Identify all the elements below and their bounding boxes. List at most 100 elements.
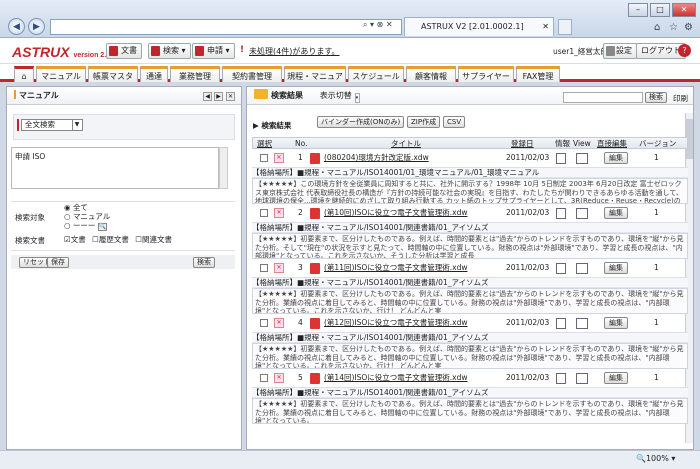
- row-title-link[interactable]: (080204)環境方針改定版.xdw: [324, 149, 429, 167]
- tab-fax[interactable]: FAX管理: [516, 66, 560, 82]
- application-button[interactable]: 申請 ▾: [192, 43, 235, 59]
- edit-button[interactable]: 編集: [604, 207, 628, 219]
- zoom-level[interactable]: 🔍100% ▾: [636, 454, 675, 463]
- view-icon[interactable]: [576, 318, 588, 329]
- row-checkbox[interactable]: [260, 374, 268, 382]
- table-row[interactable]: ✕ 4 (第12回)ISOに役立つ電子文書管理術.xdw 2011/02/03 編集 1: [252, 314, 688, 333]
- info-icon[interactable]: [556, 153, 566, 164]
- col-reg-date[interactable]: 登録日: [511, 139, 534, 149]
- tab-manual[interactable]: マニュアル: [36, 66, 86, 82]
- settings-button[interactable]: 設定: [603, 43, 637, 59]
- row-no: 3: [298, 263, 303, 272]
- info-icon[interactable]: [556, 208, 566, 219]
- query-scrollbar[interactable]: [219, 147, 228, 189]
- table-row[interactable]: ✕ 2 (第10回)ISOに役立つ電子文書管理術.xdw 2011/02/03 編集 1: [252, 204, 688, 223]
- tab-form-master[interactable]: 帳票マスタ: [88, 66, 138, 82]
- csv-button[interactable]: CSV: [443, 116, 466, 128]
- gear-icon[interactable]: ⚙: [684, 22, 693, 33]
- query-textarea[interactable]: 申請 ISO: [11, 147, 219, 189]
- edit-button[interactable]: 編集: [604, 262, 628, 274]
- col-edit[interactable]: 直接編集: [597, 139, 627, 149]
- radio-other[interactable]: ○ ーーー 🔍: [64, 221, 110, 231]
- view-icon[interactable]: [576, 373, 588, 384]
- row-title-link[interactable]: (第14回)ISOに役立つ電子文書管理術.xdw: [324, 369, 468, 387]
- tab-customer[interactable]: 顧客情報: [406, 66, 456, 82]
- document-button[interactable]: 文書: [106, 43, 142, 59]
- search-type-select[interactable]: 全文検索 ▼: [21, 119, 83, 131]
- info-icon[interactable]: [556, 373, 566, 384]
- row-delete-icon[interactable]: ✕: [274, 263, 284, 273]
- edit-button[interactable]: 編集: [604, 152, 628, 164]
- row-delete-icon[interactable]: ✕: [274, 153, 284, 163]
- tab-business[interactable]: 業務管理: [170, 66, 220, 82]
- tab-regulation[interactable]: 規程・マニュアル: [284, 66, 346, 96]
- edit-button[interactable]: 編集: [604, 317, 628, 329]
- new-tab-button[interactable]: [558, 19, 572, 35]
- zip-button[interactable]: ZIP作成: [407, 116, 441, 128]
- row-title-link[interactable]: (第11回)ISOに役立つ電子文書管理術.xdw: [324, 259, 468, 277]
- result-search-input[interactable]: [563, 92, 643, 103]
- back-icon[interactable]: ◀: [8, 18, 25, 35]
- view-switch-dropdown[interactable]: ▾: [354, 93, 360, 103]
- favorites-icon[interactable]: ☆: [669, 22, 678, 33]
- view-icon[interactable]: [576, 208, 588, 219]
- browser-tab[interactable]: ASTRUX V2 [2.01.0002.1] ✕: [404, 17, 554, 36]
- row-delete-icon[interactable]: ✕: [274, 318, 284, 328]
- row-checkbox[interactable]: [260, 209, 268, 217]
- address-bar[interactable]: [50, 19, 402, 35]
- checkbox-related[interactable]: ☐関連文書: [135, 235, 172, 244]
- save-button[interactable]: 保存: [47, 257, 69, 268]
- row-title-link[interactable]: (第10回)ISOに役立つ電子文書管理術.xdw: [324, 204, 468, 222]
- print-link[interactable]: 印刷: [673, 93, 688, 104]
- result-search-button[interactable]: 検索: [645, 92, 667, 103]
- tab-notice[interactable]: 通達: [140, 66, 168, 82]
- prev-icon[interactable]: ◀: [203, 92, 212, 101]
- maximize-button[interactable]: □: [650, 3, 670, 17]
- tab-contract[interactable]: 契約書管理: [222, 66, 282, 82]
- home-icon[interactable]: ⌂: [654, 22, 660, 33]
- status-bar: 🔍100% ▾: [0, 450, 700, 469]
- table-row[interactable]: ✕ 5 (第14回)ISOに役立つ電子文書管理術.xdw 2011/02/03 編集 1: [252, 369, 688, 388]
- info-icon[interactable]: [556, 263, 566, 274]
- row-location: 【格納場所】■規程・マニュアル/ISO14001/関連書籍/01_アイソムズ: [252, 278, 688, 288]
- search-menu-button[interactable]: 検索 ▾: [148, 43, 191, 59]
- next-icon[interactable]: ▶: [214, 92, 223, 101]
- view-icon[interactable]: [576, 153, 588, 164]
- col-title[interactable]: タイトル: [391, 139, 421, 149]
- col-select[interactable]: 選択: [257, 139, 272, 149]
- tab-schedule[interactable]: スケジュール: [348, 66, 404, 82]
- edit-button[interactable]: 編集: [604, 372, 628, 384]
- close-panel-icon[interactable]: ✕: [226, 92, 235, 101]
- pending-alert-link[interactable]: 未処理(4件)があります。: [249, 46, 340, 57]
- close-tab-icon[interactable]: ✕: [542, 18, 549, 36]
- application-button-label: 申請: [207, 46, 223, 55]
- table-row[interactable]: ✕ 3 (第11回)ISOに役立つ電子文書管理術.xdw 2011/02/03 編集 1: [252, 259, 688, 278]
- minimize-button[interactable]: –: [628, 3, 648, 17]
- row-delete-icon[interactable]: ✕: [274, 208, 284, 218]
- tab-supplier[interactable]: サプライヤー: [458, 66, 514, 82]
- logo-version: version 2.0: [73, 52, 111, 59]
- forward-icon[interactable]: ▶: [28, 18, 45, 35]
- home-tab-icon[interactable]: ⌂: [14, 66, 34, 82]
- search-icon[interactable]: 🔍: [97, 223, 107, 231]
- close-window-button[interactable]: ✕: [672, 3, 696, 17]
- view-icon[interactable]: [576, 263, 588, 274]
- radio-all[interactable]: ◉ 全て: [64, 203, 110, 212]
- table-row[interactable]: ✕ 1 (080204)環境方針改定版.xdw 2011/02/03 編集 1: [252, 149, 688, 168]
- checkbox-related-label: 関連文書: [141, 235, 172, 244]
- address-tools[interactable]: ⌕ ▾ ⊗ ✕: [363, 20, 393, 30]
- row-checkbox[interactable]: [260, 264, 268, 272]
- radio-manual[interactable]: ○ マニュアル: [64, 212, 110, 221]
- row-title-link[interactable]: (第12回)ISOに役立つ電子文書管理術.xdw: [324, 314, 468, 332]
- expand-icon[interactable]: ▶: [253, 121, 259, 130]
- row-no: 1: [298, 153, 303, 162]
- checkbox-history[interactable]: ☐履歴文書: [92, 235, 129, 244]
- binder-button[interactable]: バインダー作成(ONのみ): [317, 116, 405, 128]
- info-icon[interactable]: [556, 318, 566, 329]
- checkbox-doc[interactable]: ☑文書: [64, 235, 86, 244]
- row-checkbox[interactable]: [260, 154, 268, 162]
- row-delete-icon[interactable]: ✕: [274, 373, 284, 383]
- row-checkbox[interactable]: [260, 319, 268, 327]
- help-icon[interactable]: ?: [678, 44, 691, 57]
- left-search-button[interactable]: 検索: [193, 257, 215, 268]
